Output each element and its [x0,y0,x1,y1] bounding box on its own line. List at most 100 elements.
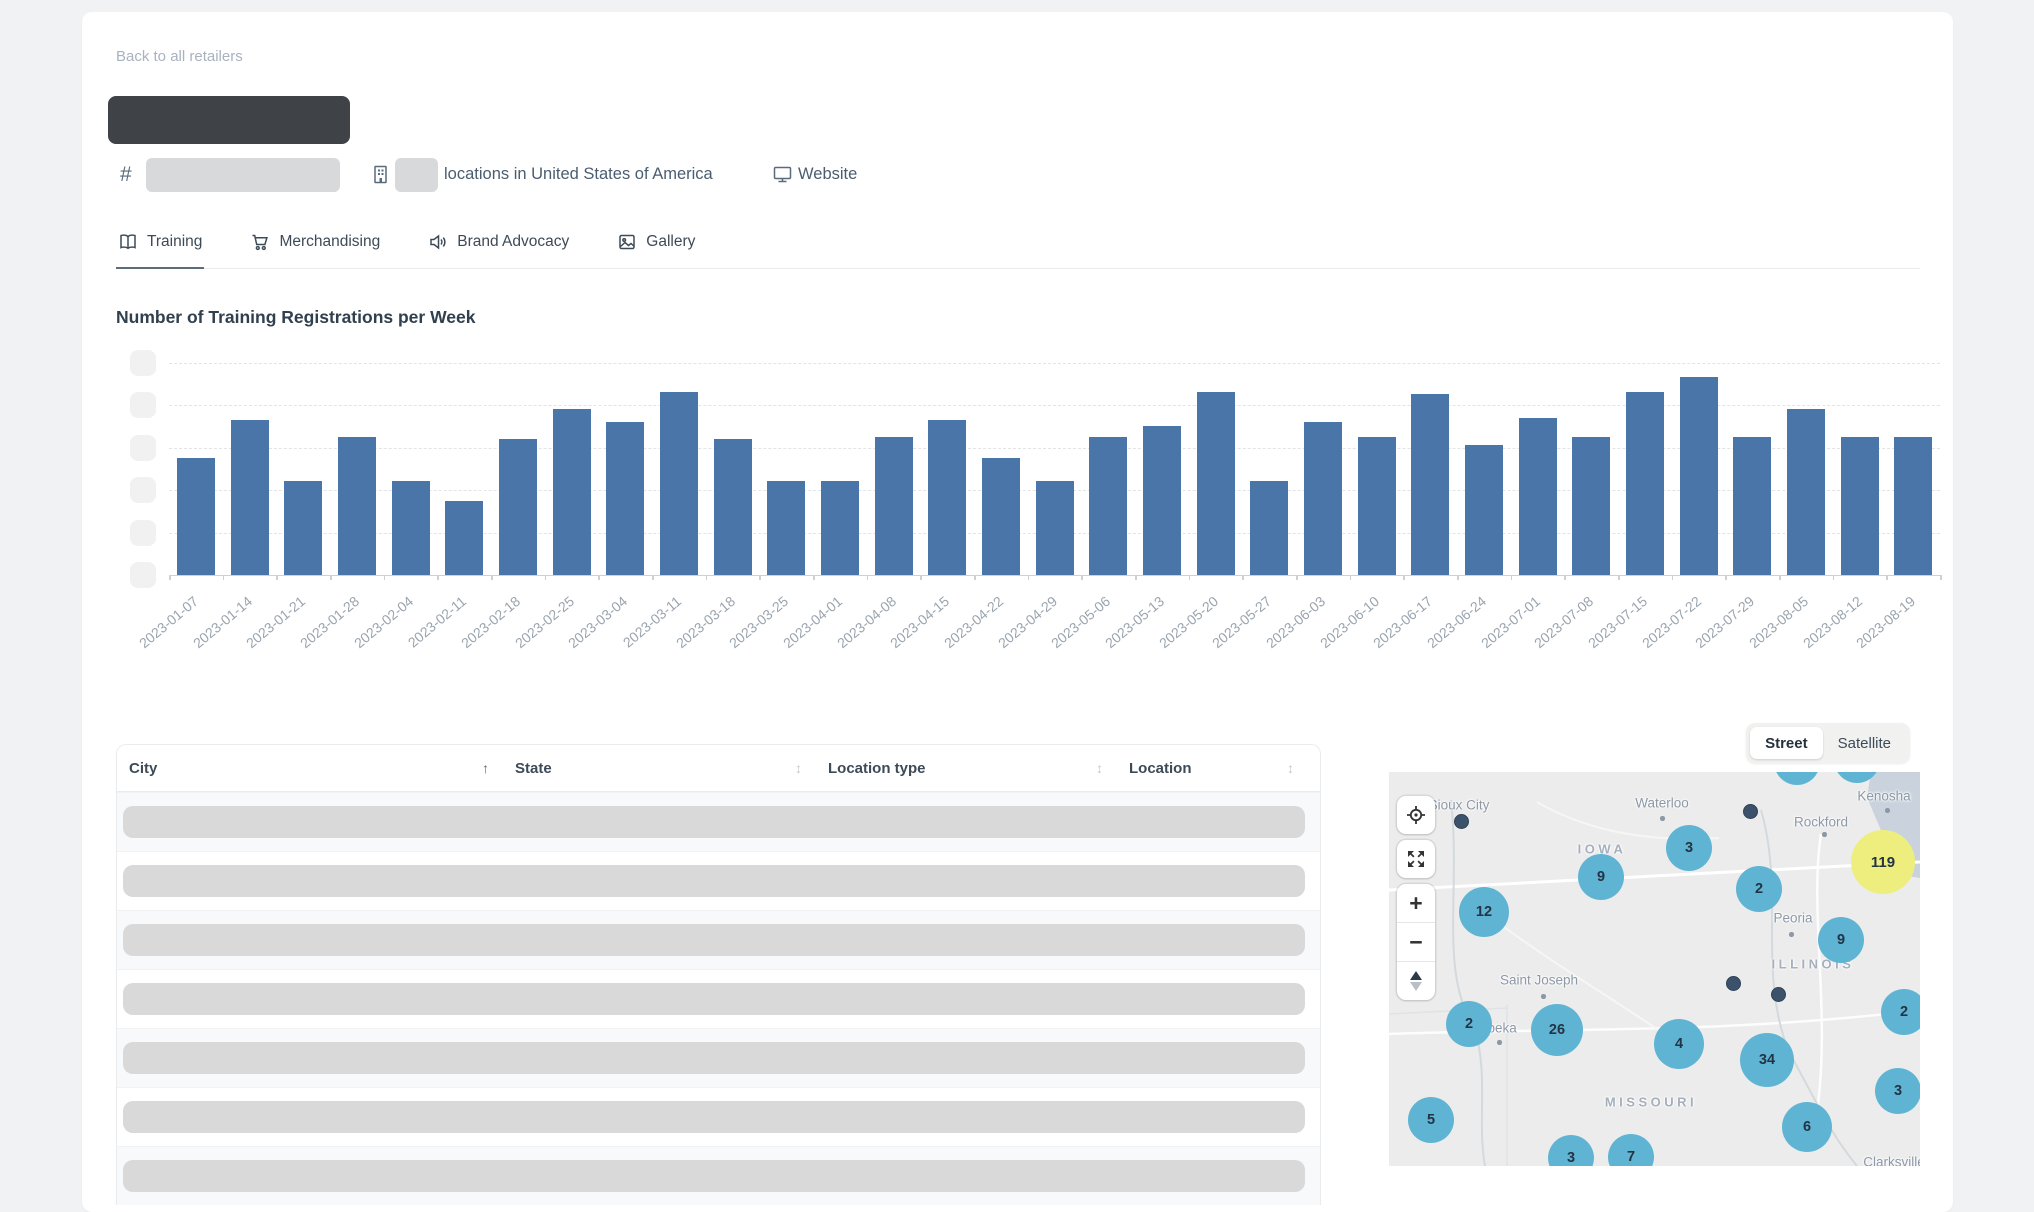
x-axis-tick [1242,575,1244,580]
bar-2023-04-22[interactable] [982,458,1020,575]
column-header-state[interactable]: State↕ [503,760,816,777]
table-row[interactable] [117,1087,1320,1146]
x-axis-tick [1833,575,1835,580]
bar-2023-01-28[interactable] [338,437,376,575]
table-row[interactable] [117,792,1320,851]
sort-icon[interactable]: ↕ [1096,760,1103,776]
zoom-out-button[interactable]: − [1397,922,1435,961]
bar-2023-07-01[interactable] [1519,418,1557,575]
table-row[interactable] [117,1146,1320,1205]
location-point-marker[interactable] [1743,804,1758,819]
zoom-in-button[interactable]: + [1397,884,1435,922]
map-cluster-2[interactable]: 2 [1736,866,1782,912]
bar-2023-07-22[interactable] [1680,377,1718,575]
bar-2023-04-29[interactable] [1036,481,1074,575]
bar-2023-03-11[interactable] [660,392,698,575]
bar-2023-04-01[interactable] [821,481,859,575]
fullscreen-icon[interactable] [1397,840,1435,878]
x-axis-line [169,575,1940,576]
bar-2023-06-10[interactable] [1358,437,1396,575]
bar-2023-07-29[interactable] [1733,437,1771,575]
bar-2023-08-19[interactable] [1894,437,1932,575]
city-dot [1660,816,1665,821]
table-row[interactable] [117,910,1320,969]
bar-2023-05-27[interactable] [1250,481,1288,575]
bar-2023-03-18[interactable] [714,439,752,575]
tab-training[interactable]: Training [116,230,204,269]
map-label-saint-joseph: Saint Joseph [1500,973,1578,988]
map-cluster-119[interactable]: 119 [1851,830,1915,894]
bar-2023-04-08[interactable] [875,437,913,575]
map-cluster-9[interactable]: 9 [1818,917,1864,963]
map-cluster-2[interactable]: 2 [1446,1001,1492,1047]
bar-2023-01-21[interactable] [284,481,322,575]
map-style-satellite-button[interactable]: Satellite [1823,727,1906,759]
x-axis-tick [169,575,171,580]
map-style-street-button[interactable]: Street [1750,727,1823,759]
location-point-marker[interactable] [1771,987,1786,1002]
tab-brand-advocacy[interactable]: Brand Advocacy [426,230,571,269]
map-cluster-12[interactable]: 12 [1459,887,1509,937]
bar-2023-01-07[interactable] [177,458,215,575]
bar-2023-07-08[interactable] [1572,437,1610,575]
bar-2023-02-25[interactable] [553,409,591,575]
website-link[interactable]: Website [798,165,857,184]
sort-icon[interactable]: ↕ [795,760,802,776]
compass-button[interactable] [1397,961,1435,1000]
x-axis-tick [652,575,654,580]
bar-2023-03-25[interactable] [767,481,805,575]
column-header-city[interactable]: City ↑ [117,760,503,777]
map-fullscreen-control[interactable] [1397,840,1435,878]
back-to-all-retailers-link[interactable]: Back to all retailers [116,48,243,65]
table-row-redacted [123,865,1305,897]
tab-bar: Training Merchandising Brand Advocacy Galle… [116,230,1920,269]
tab-label: Training [147,233,202,251]
locations-map[interactable]: Sioux CityWaterlooRockfordKenoshaIOWAPeo… [1389,772,1920,1166]
map-cluster-2[interactable]: 2 [1881,989,1920,1035]
map-geolocate-control[interactable] [1397,796,1435,834]
bar-2023-06-03[interactable] [1304,422,1342,575]
tab-merchandising[interactable]: Merchandising [248,230,382,269]
map-cluster-26[interactable]: 26 [1531,1004,1583,1056]
map-label-clarksville: Clarksville [1863,1155,1920,1167]
bar-2023-01-14[interactable] [231,420,269,575]
bar-2023-04-15[interactable] [928,420,966,575]
bar-2023-06-24[interactable] [1465,445,1503,575]
map-cluster-3[interactable]: 3 [1666,825,1712,871]
bar-2023-02-11[interactable] [445,501,483,575]
sort-icon[interactable]: ↕ [1287,760,1294,776]
city-dot [1885,808,1890,813]
bar-2023-05-13[interactable] [1143,426,1181,575]
bar-2023-03-04[interactable] [606,422,644,575]
table-row-redacted [123,924,1305,956]
map-cluster-6[interactable]: 6 [1782,1102,1832,1152]
map-cluster-34[interactable]: 34 [1740,1033,1794,1087]
locate-icon[interactable] [1397,796,1435,834]
location-point-marker[interactable] [1726,976,1741,991]
map-cluster-3[interactable]: 3 [1875,1068,1920,1114]
map-cluster-5[interactable]: 5 [1408,1097,1454,1143]
bar-2023-06-17[interactable] [1411,394,1449,575]
bar-2023-08-05[interactable] [1787,409,1825,575]
tab-label: Merchandising [279,233,380,251]
map-cluster-4[interactable]: 4 [1654,1019,1704,1069]
table-row[interactable] [117,969,1320,1028]
bar-2023-05-20[interactable] [1197,392,1235,575]
tab-gallery[interactable]: Gallery [615,230,697,269]
x-axis-tick [1618,575,1620,580]
column-header-location[interactable]: Location↕ [1117,760,1308,777]
map-label-missouri: MISSOURI [1605,1095,1697,1110]
sort-icon[interactable]: ↑ [482,760,489,776]
bar-2023-08-12[interactable] [1841,437,1879,575]
location-point-marker[interactable] [1454,814,1469,829]
x-axis-tick [545,575,547,580]
bar-2023-02-18[interactable] [499,439,537,575]
column-header-location-type[interactable]: Location type↕ [816,760,1117,777]
map-cluster-9[interactable]: 9 [1578,854,1624,900]
bar-2023-07-15[interactable] [1626,392,1664,575]
table-row[interactable] [117,851,1320,910]
bar-2023-05-06[interactable] [1089,437,1127,575]
column-label: City [129,760,157,777]
table-row[interactable] [117,1028,1320,1087]
bar-2023-02-04[interactable] [392,481,430,575]
